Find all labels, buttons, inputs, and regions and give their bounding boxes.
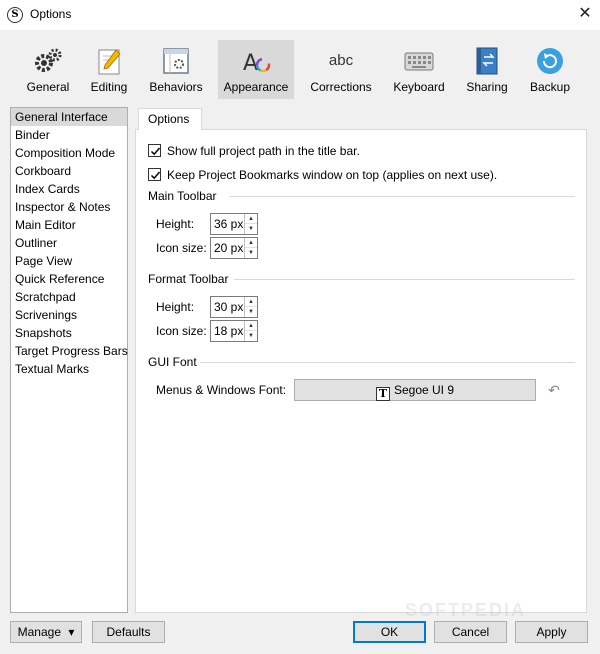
toolbar-corrections-button[interactable]: abc Corrections [306,40,376,99]
format-toolbar-divider [234,279,575,280]
spin-down-arrow-icon[interactable]: ▼ [245,307,257,317]
main-toolbar-icon-size-value: 20 px [214,241,244,255]
toolbar-corrections-label: Corrections [310,80,372,94]
main-toolbar-height-label: Height: [156,217,195,231]
spin-up-arrow-icon[interactable]: ▲ [245,214,257,224]
gui-font-value: Segoe UI 9 [393,383,455,397]
scrivener-app-icon: S [7,7,23,23]
spin-arrows: ▲ ▼ [244,321,257,341]
format-toolbar-icon-size-spinbox[interactable]: 18 px ▲ ▼ [210,320,258,342]
toolbar-general-label: General [26,80,70,94]
sidebar-item-binder[interactable]: Binder [11,126,127,144]
reset-font-icon[interactable]: ↶ [546,382,562,398]
main-toolbar-heading: Main Toolbar [148,189,217,203]
format-toolbar-height-spinbox[interactable]: 30 px ▲ ▼ [210,296,258,318]
spin-down-arrow-icon[interactable]: ▼ [245,248,257,258]
manage-dropdown-button[interactable]: Manage ▾ [10,621,82,643]
tab-options[interactable]: Options [138,108,202,130]
spin-down-arrow-icon[interactable]: ▼ [245,331,257,341]
menus-windows-font-label: Menus & Windows Font: [156,383,287,397]
format-toolbar-heading: Format Toolbar [148,272,229,286]
main-toolbar-divider [230,196,575,197]
spin-up-arrow-icon[interactable]: ▲ [245,321,257,331]
abc-icon: abc [328,52,354,69]
format-toolbar-icon-size-label: Icon size: [156,324,207,338]
sidebar-item-main-editor[interactable]: Main Editor [11,216,127,234]
title-bar: S Options ✕ [0,0,600,30]
main-toolbar-height-spinbox[interactable]: 36 px ▲ ▼ [210,213,258,235]
spin-arrows: ▲ ▼ [244,297,257,317]
preferences-toolbar: General Editing Behaviors A Appearance a… [0,30,600,102]
toolbar-sharing-label: Sharing [466,80,508,94]
show-full-path-row[interactable]: Show full project path in the title bar. [148,143,360,159]
svg-text:A: A [243,51,258,76]
sidebar-item-outliner[interactable]: Outliner [11,234,127,252]
keep-bookmarks-checkbox[interactable] [148,168,161,181]
spin-arrows: ▲ ▼ [244,238,257,258]
spin-down-arrow-icon[interactable]: ▼ [245,224,257,234]
sidebar-item-inspector-notes[interactable]: Inspector & Notes [11,198,127,216]
pencil-page-icon [98,49,121,75]
toolbar-editing-label: Editing [90,80,128,94]
toolbar-backup-label: Backup [529,80,571,94]
gears-icon [35,48,62,72]
spin-up-arrow-icon[interactable]: ▲ [245,297,257,307]
toolbar-behaviors-label: Behaviors [149,80,203,94]
toolbar-sharing-button[interactable]: Sharing [462,40,512,99]
sidebar-item-scratchpad[interactable]: Scratchpad [11,288,127,306]
window-title: Options [30,7,72,21]
sidebar-item-scrivenings[interactable]: Scrivenings [11,306,127,324]
toolbar-keyboard-label: Keyboard [393,80,445,94]
toolbar-appearance-button[interactable]: A Appearance [218,40,294,99]
options-tab-body: Show full project path in the title bar.… [135,129,587,613]
keyboard-icon [404,52,434,71]
close-button[interactable]: ✕ [570,0,600,30]
toolbar-keyboard-button[interactable]: Keyboard [388,40,450,99]
cancel-button[interactable]: Cancel [434,621,507,643]
letter-a-c-icon: A [243,51,271,76]
dropdown-arrow-icon: ▾ [68,625,75,639]
gui-font-picker-button[interactable]: T Segoe UI 9 [294,379,536,401]
apply-button[interactable]: Apply [515,621,588,643]
sidebar-item-snapshots[interactable]: Snapshots [11,324,127,342]
format-toolbar-height-label: Height: [156,300,195,314]
show-full-path-label: Show full project path in the title bar. [167,144,360,158]
main-toolbar-icon-size-spinbox[interactable]: 20 px ▲ ▼ [210,237,258,259]
spin-up-arrow-icon[interactable]: ▲ [245,238,257,248]
sidebar-item-textual-marks[interactable]: Textual Marks [11,360,127,378]
window-gear-icon [163,48,189,74]
keep-bookmarks-label: Keep Project Bookmarks window on top (ap… [167,168,498,182]
options-panel: Options Show full project path in the ti… [135,107,587,613]
sidebar-item-index-cards[interactable]: Index Cards [11,180,127,198]
sidebar-item-target-progress-bars[interactable]: Target Progress Bars [11,342,128,360]
keep-bookmarks-row[interactable]: Keep Project Bookmarks window on top (ap… [148,167,497,183]
sidebar-item-corkboard[interactable]: Corkboard [11,162,127,180]
sidebar-item-page-view[interactable]: Page View [11,252,127,270]
format-toolbar-height-value: 30 px [214,300,244,314]
sharing-book-icon [476,47,498,75]
font-t-icon: T [375,387,390,401]
format-toolbar-icon-size-value: 18 px [214,324,244,338]
toolbar-behaviors-button[interactable]: Behaviors [144,40,208,99]
checkmark-icon [150,171,161,180]
toolbar-backup-button[interactable]: Backup [524,40,576,99]
show-full-path-checkbox[interactable] [148,144,161,157]
sidebar-item-composition-mode[interactable]: Composition Mode [11,144,127,162]
ok-button[interactable]: OK [353,621,426,643]
spin-arrows: ▲ ▼ [244,214,257,234]
toolbar-general-button[interactable]: General [20,40,76,99]
main-toolbar-height-value: 36 px [214,217,244,231]
sidebar-item-quick-reference[interactable]: Quick Reference [11,270,127,288]
toolbar-editing-button[interactable]: Editing [84,40,134,99]
sidebar-item-general-interface[interactable]: General Interface [11,108,127,126]
manage-label: Manage [17,625,61,639]
checkmark-icon [150,147,161,156]
category-list[interactable]: General Interface Binder Composition Mod… [10,107,128,613]
backup-circle-icon [537,48,563,74]
defaults-button[interactable]: Defaults [92,621,165,643]
gui-font-heading: GUI Font [148,355,197,369]
toolbar-appearance-label: Appearance [223,80,289,94]
gui-font-divider [200,362,575,363]
main-toolbar-icon-size-label: Icon size: [156,241,207,255]
